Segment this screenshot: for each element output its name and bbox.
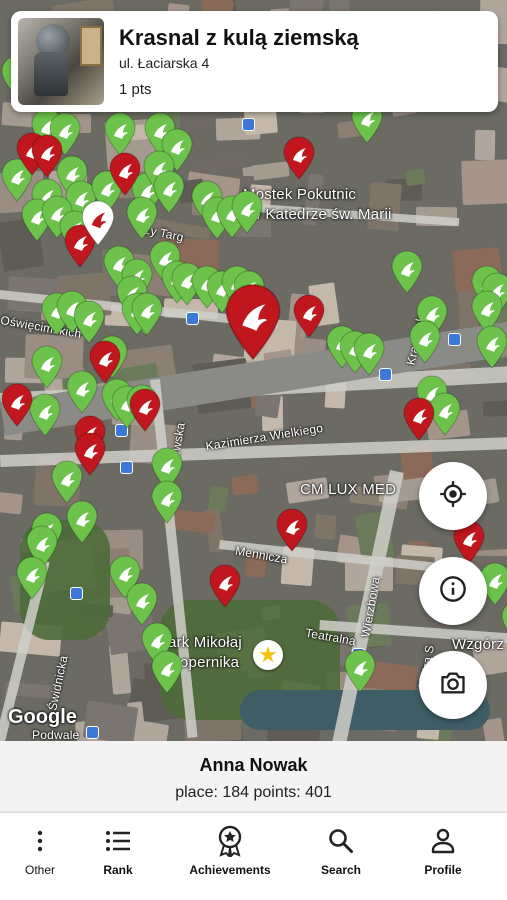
nav-label: Profile	[424, 863, 462, 877]
camera-icon	[439, 669, 467, 702]
selected-dwarf-pin-icon[interactable]	[80, 200, 116, 246]
building	[314, 514, 338, 540]
nav-item-achievements[interactable]: Achievements	[180, 813, 280, 900]
dwarf-title: Krasnal z kulą ziemską	[119, 25, 359, 50]
list-icon	[105, 827, 131, 855]
award-icon	[215, 825, 245, 857]
building	[230, 474, 259, 496]
unfound-dwarf-pin-icon[interactable]	[282, 136, 316, 180]
found-dwarf-pin-icon[interactable]	[130, 292, 164, 336]
nav-item-other[interactable]: Other	[0, 813, 80, 900]
map-label-swidnicka: Świdnicka	[45, 654, 71, 712]
unfound-dwarf-pin-icon[interactable]	[108, 152, 142, 196]
nav-item-rank[interactable]: Rank	[78, 813, 158, 900]
building	[404, 169, 426, 186]
found-dwarf-pin-icon[interactable]	[150, 480, 184, 524]
info-icon	[439, 575, 467, 608]
building	[474, 129, 495, 161]
unfound-dwarf-pin-icon[interactable]	[402, 397, 436, 441]
nav-label: Rank	[103, 863, 133, 877]
found-dwarf-pin-icon[interactable]	[125, 582, 159, 626]
building	[460, 158, 507, 205]
bottom-navigation: Other Rank Achievements Search Profile	[0, 813, 507, 900]
map-label-park-2: opernika	[180, 654, 240, 671]
person-icon	[431, 827, 455, 855]
found-dwarf-pin-icon[interactable]	[30, 345, 64, 389]
nav-label: Other	[24, 863, 55, 877]
unfound-dwarf-pin-icon[interactable]	[30, 134, 64, 178]
found-dwarf-pin-icon[interactable]	[475, 325, 507, 369]
found-dwarf-pin-icon[interactable]	[390, 250, 424, 294]
star-marker-icon[interactable]: ★	[253, 640, 283, 670]
map-label-wzgorz: Wzgórz	[452, 636, 505, 653]
user-name: Anna Nowak	[199, 755, 308, 775]
unfound-dwarf-pin-icon[interactable]	[73, 432, 107, 476]
found-dwarf-pin-icon[interactable]	[103, 112, 137, 156]
nav-item-search[interactable]: Search	[301, 813, 381, 900]
found-dwarf-pin-icon[interactable]	[15, 556, 49, 600]
map-label-katedra: w Katedrze św. Marii	[250, 206, 392, 223]
unfound-dwarf-pin-icon[interactable]	[292, 294, 326, 338]
nav-label: Achievements	[189, 863, 271, 877]
my-location-button[interactable]	[419, 462, 487, 530]
nav-item-profile[interactable]: Profile	[403, 813, 483, 900]
found-dwarf-pin-icon[interactable]	[352, 332, 386, 376]
found-dwarf-pin-icon[interactable]	[150, 650, 184, 694]
unfound-dwarf-pin-icon[interactable]	[88, 340, 122, 384]
unfound-dwarf-pin-icon[interactable]	[208, 564, 242, 608]
found-dwarf-pin-icon[interactable]	[343, 649, 377, 693]
map-label-podwale: Podwale	[32, 728, 80, 741]
user-stats: place: 184 points: 401	[175, 784, 332, 801]
unfound-dwarf-pin-icon[interactable]	[128, 388, 162, 432]
transit-stop-icon	[242, 118, 255, 131]
search-icon	[328, 827, 354, 855]
nav-label: Search	[320, 863, 362, 877]
more-vertical-icon	[28, 827, 52, 855]
found-dwarf-pin-icon[interactable]	[65, 500, 99, 544]
unfound-dwarf-pin-icon[interactable]	[275, 508, 309, 552]
found-dwarf-pin-icon[interactable]	[125, 196, 159, 240]
unfound-dwarf-pin-icon[interactable]	[0, 383, 34, 427]
map-label-park: ark Mikołaj	[168, 634, 242, 651]
transit-stop-icon	[86, 726, 99, 739]
found-dwarf-pin-icon[interactable]	[500, 600, 507, 644]
building	[482, 400, 507, 417]
dwarf-photo	[18, 18, 104, 105]
dwarf-info-card[interactable]: Krasnal z kulą ziemską ul. Łaciarska 4 1…	[11, 11, 498, 112]
google-logo: Google	[8, 706, 77, 728]
user-summary: Anna Nowak place: 184 points: 401	[0, 741, 507, 813]
info-button[interactable]	[419, 557, 487, 625]
transit-stop-icon	[186, 312, 199, 325]
map-label-luxmed: CM LUX MED	[300, 481, 397, 498]
found-dwarf-pin-icon[interactable]	[408, 320, 442, 364]
my-location-icon	[439, 480, 467, 513]
found-dwarf-pin-icon[interactable]	[230, 190, 264, 234]
camera-button[interactable]	[419, 651, 487, 719]
transit-stop-icon	[448, 333, 461, 346]
dwarf-address: ul. Łaciarska 4	[119, 55, 210, 71]
dwarf-points: 1 pts	[119, 81, 152, 98]
transit-stop-icon	[70, 587, 83, 600]
focused-dwarf-pin-icon[interactable]	[222, 283, 284, 361]
transit-stop-icon	[120, 461, 133, 474]
building	[0, 491, 23, 515]
